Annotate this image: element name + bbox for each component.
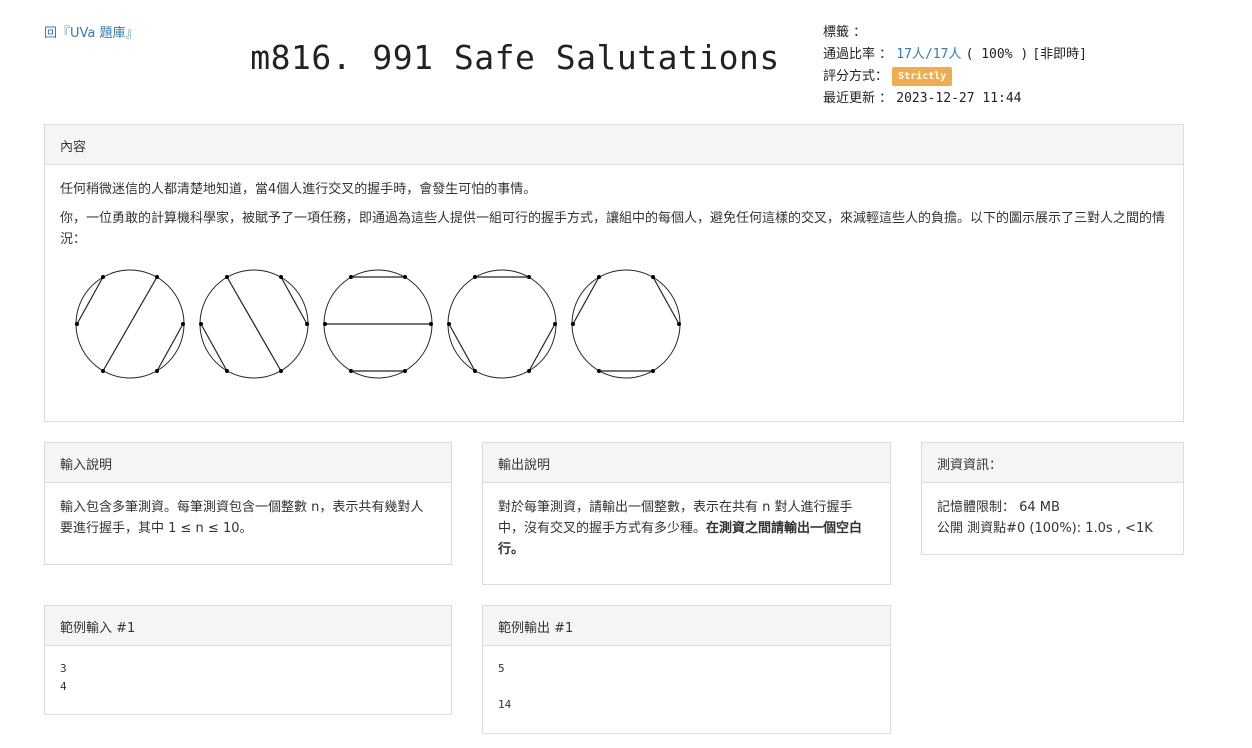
- person-dot: [225, 369, 229, 373]
- person-dot: [225, 275, 229, 279]
- diagram-2: [199, 269, 309, 379]
- pass-rate-label: 通過比率 ：: [823, 47, 893, 62]
- test-info-heading: 測資資訊：: [922, 443, 1183, 483]
- person-dot: [101, 369, 105, 373]
- person-dot: [403, 275, 407, 279]
- person-dot: [279, 275, 283, 279]
- content-heading: 內容: [45, 125, 1183, 165]
- person-dot: [571, 322, 575, 326]
- person-dot: [199, 322, 203, 326]
- scoring-label: 評分方式：: [823, 69, 889, 84]
- test-case-0: 公開 測資點#0 (100%): 1.0s , <1K: [937, 521, 1153, 536]
- pass-rate-row: 通過比率 ： 17人/17人 ( 100% ) [非即時]: [823, 44, 1087, 66]
- output-description-panel: 輸出說明 對於每筆測資，請輸出一個整數，表示在共有 n 對人進行握手中，沒有交叉…: [482, 442, 891, 585]
- person-dot: [155, 275, 159, 279]
- judge-mode: [非即時]: [1032, 47, 1087, 62]
- sample-output-body: 5 14: [483, 646, 890, 728]
- person-dot: [403, 369, 407, 373]
- person-dot: [597, 275, 601, 279]
- diagram-4: [447, 269, 557, 379]
- person-dot: [279, 369, 283, 373]
- person-dot: [527, 275, 531, 279]
- input-description-panel: 輸入說明 輸入包含多筆測資。每筆測資包含一個整數 n，表示共有幾對人要進行握手，…: [44, 442, 452, 565]
- person-dot: [349, 369, 353, 373]
- sample-output-text: 5 14: [498, 662, 512, 711]
- person-dot: [181, 322, 185, 326]
- diagram-1: [75, 269, 185, 379]
- person-dot: [473, 275, 477, 279]
- person-dot: [447, 322, 451, 326]
- person-dot: [553, 322, 557, 326]
- passed-users-link[interactable]: 17人: [896, 47, 925, 62]
- content-body: 任何稍微迷信的人都清楚地知道，當4個人進行交叉的握手時，會發生可怕的事情。 你，…: [45, 165, 1183, 272]
- diagram-5: [571, 269, 681, 379]
- scoring-row: 評分方式： Strictly: [823, 66, 1087, 88]
- person-dot: [597, 369, 601, 373]
- input-description-text: 輸入包含多筆測資。每筆測資包含一個整數 n，表示共有幾對人要進行握手，其中 1 …: [60, 500, 424, 536]
- person-dot: [101, 275, 105, 279]
- person-dot: [155, 369, 159, 373]
- problem-meta: 標籤 ： 通過比率 ： 17人/17人 ( 100% ) [非即時] 評分方式：…: [823, 22, 1087, 110]
- updated-label: 最近更新 ：: [823, 91, 893, 106]
- person-dot: [677, 322, 681, 326]
- diagram-3: [323, 269, 433, 379]
- memory-limit: 記憶體限制： 64 MB: [937, 500, 1060, 515]
- sample-input-panel: 範例輸入 #1 3 4: [44, 605, 452, 715]
- sample-input-body: 3 4: [45, 646, 451, 710]
- pass-percent: ( 100% ): [965, 47, 1029, 62]
- pass-rate-slash: /: [924, 47, 933, 62]
- person-dot: [75, 322, 79, 326]
- person-dot: [323, 322, 327, 326]
- test-info-body: 記憶體限制： 64 MB 公開 測資點#0 (100%): 1.0s , <1K: [922, 483, 1183, 553]
- scoring-badge: Strictly: [892, 67, 953, 86]
- content-paragraph-1: 任何稍微迷信的人都清楚地知道，當4個人進行交叉的握手時，會發生可怕的事情。: [60, 182, 537, 197]
- submitted-users-link[interactable]: 17人: [933, 47, 962, 62]
- sample-input-heading: 範例輸入 #1: [45, 606, 451, 646]
- output-description-body: 對於每筆測資，請輸出一個整數，表示在共有 n 對人進行握手中，沒有交叉的握手方式…: [483, 483, 890, 582]
- tags-label: 標籤 ：: [823, 25, 867, 40]
- sample-output-heading: 範例輸出 #1: [483, 606, 890, 646]
- person-dot: [527, 369, 531, 373]
- output-description-heading: 輸出說明: [483, 443, 890, 483]
- person-dot: [349, 275, 353, 279]
- problem-title: m816. 991 Safe Salutations: [250, 38, 780, 77]
- person-dot: [429, 322, 433, 326]
- back-to-problem-list-link[interactable]: 回『UVa 題庫』: [44, 22, 139, 41]
- test-info-panel: 測資資訊： 記憶體限制： 64 MB 公開 測資點#0 (100%): 1.0s…: [921, 442, 1184, 555]
- handshake-diagrams-image: [75, 269, 681, 379]
- content-paragraph-2: 你，一位勇敢的計算機科學家，被賦予了一項任務，即通過為這些人提供一組可行的握手方…: [60, 211, 1166, 247]
- person-dot: [305, 322, 309, 326]
- sample-input-text: 3 4: [60, 662, 67, 693]
- tags-row: 標籤 ：: [823, 22, 1087, 44]
- sample-output-panel: 範例輸出 #1 5 14: [482, 605, 891, 734]
- person-dot: [651, 275, 655, 279]
- person-dot: [651, 369, 655, 373]
- updated-value: 2023-12-27 11:44: [896, 91, 1022, 106]
- input-description-body: 輸入包含多筆測資。每筆測資包含一個整數 n，表示共有幾對人要進行握手，其中 1 …: [45, 483, 451, 561]
- input-description-heading: 輸入說明: [45, 443, 451, 483]
- person-dot: [473, 369, 477, 373]
- updated-row: 最近更新 ： 2023-12-27 11:44: [823, 88, 1087, 110]
